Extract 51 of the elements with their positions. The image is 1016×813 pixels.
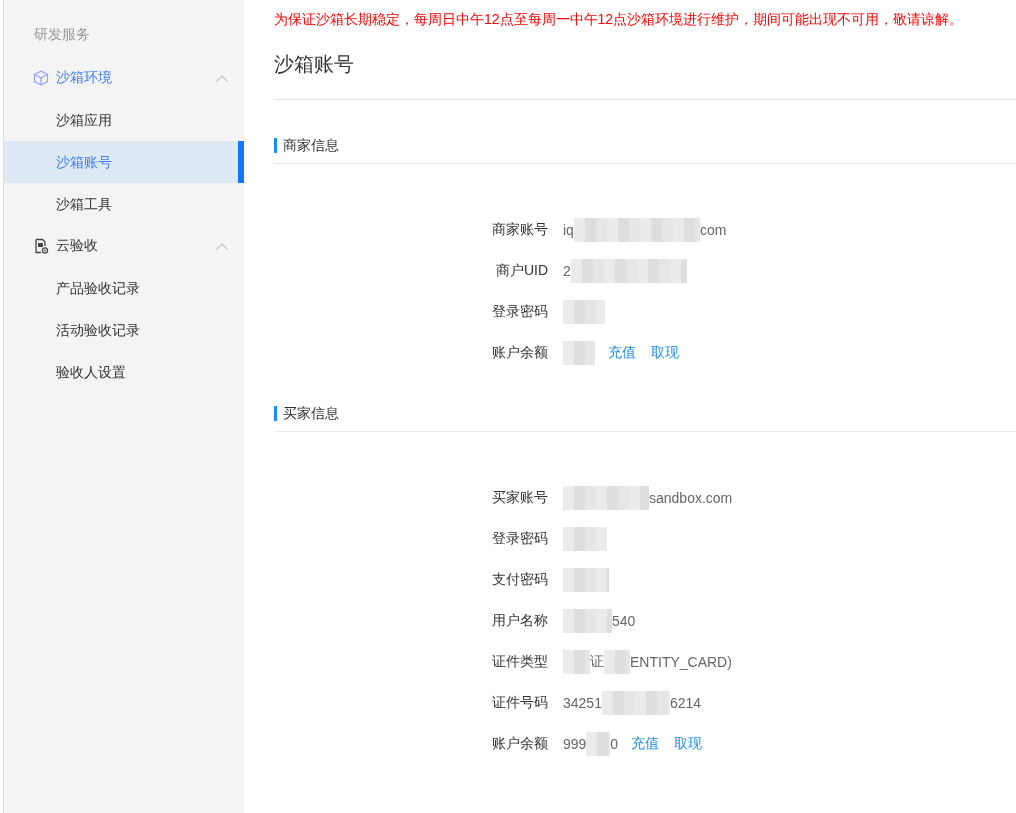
page-title: 沙箱账号: [274, 52, 355, 77]
cube-icon: [33, 70, 49, 86]
field-value: 540: [612, 612, 636, 629]
field-value: sandbox.com: [649, 489, 733, 506]
section-title: 买家信息: [274, 405, 339, 421]
blurred-block: [563, 649, 590, 674]
nav-group-item[interactable]: 云验收: [4, 225, 244, 267]
nav-item[interactable]: 活动验收记录: [4, 309, 244, 351]
field-value: 证: [590, 652, 604, 671]
field-value: 2: [563, 262, 571, 279]
sidebar-heading: 研发服务: [33, 25, 91, 44]
field-value: 0: [610, 735, 619, 752]
action-link[interactable]: 取现: [651, 343, 679, 362]
action-link[interactable]: 充值: [631, 734, 660, 753]
field-value: ENTITY_CARD): [630, 653, 732, 670]
blurred-block: [563, 340, 595, 365]
nav-item[interactable]: 产品验收记录: [4, 267, 244, 309]
blurred-block: [563, 608, 612, 633]
field-value: 999: [563, 735, 587, 752]
field-value: iq: [563, 221, 574, 238]
field-label: 证件类型: [491, 652, 548, 671]
field-label: 买家账号: [491, 488, 548, 507]
document-eye-icon: [33, 238, 49, 254]
field-label: 商户UID: [494, 261, 548, 280]
chevron-icon[interactable]: [216, 74, 228, 82]
field-label: 登录密码: [491, 529, 548, 548]
blurred-block: [563, 567, 609, 592]
field-label: 支付密码: [491, 570, 548, 589]
blurred-block: [586, 731, 611, 756]
field-label: 账户余额: [491, 734, 548, 753]
field-label: 商家账号: [491, 220, 548, 239]
field-label: 用户名称: [491, 611, 548, 630]
field-label: 登录密码: [491, 302, 548, 321]
nav-item[interactable]: 沙箱工具: [4, 183, 244, 225]
notice-text: 为保证沙箱长期稳定，每周日中午12点至每周一中午12点沙箱环境进行维护，期间可能出现不可用，敬请谅解。: [274, 10, 965, 29]
nav-item[interactable]: 沙箱应用: [4, 99, 244, 141]
blurred-block: [563, 526, 607, 551]
nav-group-item[interactable]: 沙箱环境: [4, 57, 244, 99]
action-link[interactable]: 充值: [608, 343, 636, 362]
nav-item[interactable]: 验收人设置: [4, 351, 244, 393]
section-title: 商家信息: [274, 137, 339, 153]
field-label: 证件号码: [491, 693, 548, 712]
blurred-block: [604, 649, 630, 674]
blurred-block: [563, 299, 605, 324]
field-value: com: [699, 221, 727, 238]
field-label: 账户余额: [491, 343, 548, 362]
field-value: 34251: [563, 694, 602, 711]
action-link[interactable]: 取现: [674, 734, 703, 753]
blurred-block: [601, 690, 670, 715]
chevron-icon[interactable]: [216, 242, 228, 250]
field-value: 6214: [669, 694, 702, 711]
